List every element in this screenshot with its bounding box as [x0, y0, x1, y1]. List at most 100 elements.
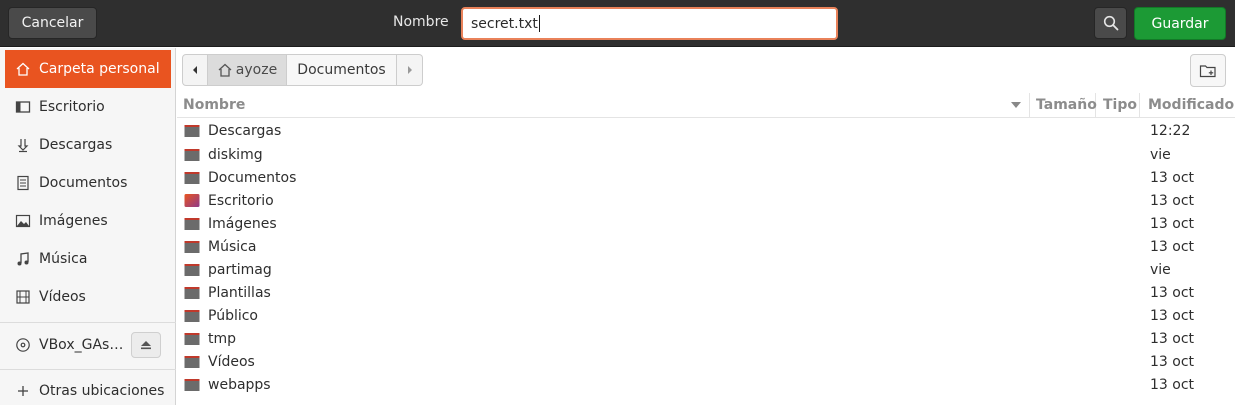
- column-header-label: Tipo: [1103, 97, 1137, 113]
- sidebar-item-desktop[interactable]: Escritorio: [5, 88, 171, 126]
- column-header-size[interactable]: Tamaño: [1030, 93, 1097, 118]
- column-header-label: Modificado: [1148, 97, 1235, 113]
- column-header-name[interactable]: Nombre: [177, 93, 1030, 118]
- file-name: diskimg: [208, 146, 263, 163]
- file-modified: 13 oct: [1150, 330, 1195, 347]
- file-row[interactable]: Plantillas 13 oct: [177, 281, 1235, 304]
- file-modified: vie: [1150, 261, 1171, 278]
- folder-icon: [184, 264, 200, 276]
- folder-icon: [184, 379, 200, 391]
- file-name: Vídeos: [208, 353, 255, 370]
- path-scroll-right-button[interactable]: [397, 54, 423, 86]
- sidebar: Carpeta personal Escritorio Descargas Do…: [0, 48, 176, 405]
- folder-icon: [184, 149, 200, 161]
- folder-icon: [184, 333, 200, 345]
- file-name: Descargas: [208, 122, 282, 139]
- file-modified: 13 oct: [1150, 353, 1195, 370]
- sidebar-item-label: Otras ubicaciones: [39, 383, 165, 399]
- file-name: Plantillas: [208, 284, 271, 301]
- chevron-right-icon: [407, 66, 412, 74]
- file-row[interactable]: Documentos 13 oct: [177, 166, 1235, 189]
- new-folder-button[interactable]: [1190, 54, 1226, 87]
- filename-label: Nombre: [393, 14, 449, 30]
- file-name: partimag: [208, 261, 272, 278]
- file-modified: 13 oct: [1150, 238, 1195, 255]
- file-row[interactable]: Imágenes 13 oct: [177, 212, 1235, 235]
- file-modified: 13 oct: [1150, 169, 1195, 186]
- file-row[interactable]: Público 13 oct: [177, 304, 1235, 327]
- file-name: Escritorio: [208, 192, 274, 209]
- search-icon: [1103, 15, 1118, 31]
- header-bar: Cancelar Nombre secret.txt Guardar: [0, 0, 1235, 47]
- column-header-modified[interactable]: Modificado: [1140, 93, 1235, 118]
- desktop-folder-icon: [184, 194, 200, 207]
- file-row[interactable]: webapps 13 oct: [177, 373, 1235, 396]
- eject-button[interactable]: [131, 332, 161, 358]
- file-row[interactable]: Escritorio 13 oct: [177, 189, 1235, 212]
- document-icon: [15, 175, 31, 191]
- file-modified: 13 oct: [1150, 215, 1195, 232]
- path-bar: ayoze Documentos: [182, 54, 423, 86]
- file-modified: 13 oct: [1150, 192, 1195, 209]
- folder-icon: [184, 310, 200, 322]
- chevron-left-icon: [193, 66, 197, 74]
- file-row[interactable]: partimag vie: [177, 258, 1235, 281]
- folder-icon: [184, 241, 200, 253]
- path-scroll-left-button[interactable]: [182, 54, 208, 86]
- file-name: Imágenes: [208, 215, 277, 232]
- search-button[interactable]: [1094, 7, 1127, 39]
- home-icon: [15, 61, 31, 77]
- file-modified: 12:22: [1150, 122, 1191, 139]
- sidebar-item-documents[interactable]: Documentos: [5, 164, 171, 202]
- video-icon: [15, 289, 31, 305]
- text-caret: [538, 15, 540, 32]
- sidebar-item-label: Vídeos: [39, 289, 86, 305]
- sort-descending-icon: [1011, 102, 1021, 108]
- path-segment-home[interactable]: ayoze: [208, 54, 287, 86]
- filename-value: secret.txt: [471, 15, 538, 32]
- sidebar-item-label: Descargas: [39, 137, 113, 153]
- sidebar-divider: [0, 369, 176, 370]
- sidebar-item-device[interactable]: VBox_GAs…: [5, 326, 125, 364]
- sidebar-item-music[interactable]: Música: [5, 240, 171, 278]
- sidebar-item-label: Escritorio: [39, 99, 105, 115]
- sidebar-item-label: Música: [39, 251, 88, 267]
- sidebar-item-videos[interactable]: Vídeos: [5, 278, 171, 316]
- path-segment-current[interactable]: Documentos: [287, 54, 397, 86]
- filename-input[interactable]: secret.txt: [461, 7, 838, 40]
- file-modified: vie: [1150, 146, 1171, 163]
- music-icon: [15, 251, 31, 267]
- file-name: Documentos: [208, 169, 297, 186]
- save-button[interactable]: Guardar: [1134, 7, 1226, 40]
- file-row[interactable]: tmp 13 oct: [177, 327, 1235, 350]
- file-row[interactable]: Vídeos 13 oct: [177, 350, 1235, 373]
- sidebar-item-label: VBox_GAs…: [39, 337, 124, 353]
- eject-icon: [141, 341, 151, 350]
- file-modified: 13 oct: [1150, 284, 1195, 301]
- file-row[interactable]: Descargas 12:22: [177, 119, 1235, 142]
- disc-icon: [15, 337, 31, 353]
- sidebar-item-label: Carpeta personal: [39, 61, 160, 77]
- cancel-button[interactable]: Cancelar: [8, 7, 97, 39]
- desktop-icon: [15, 99, 31, 115]
- sidebar-item-images[interactable]: Imágenes: [5, 202, 171, 240]
- file-row[interactable]: Música 13 oct: [177, 235, 1235, 258]
- file-name: Público: [208, 307, 258, 324]
- file-row[interactable]: diskimg vie: [177, 143, 1235, 166]
- new-folder-icon: [1199, 64, 1216, 77]
- column-header-label: Nombre: [183, 97, 246, 113]
- folder-icon: [184, 356, 200, 368]
- file-modified: 13 oct: [1150, 376, 1195, 393]
- sidebar-item-label: Documentos: [39, 175, 128, 191]
- sidebar-divider: [0, 322, 176, 323]
- file-name: webapps: [208, 376, 271, 393]
- column-header-type[interactable]: Tipo: [1096, 93, 1140, 118]
- image-icon: [15, 213, 31, 229]
- sidebar-item-home[interactable]: Carpeta personal: [5, 50, 171, 88]
- sidebar-item-downloads[interactable]: Descargas: [5, 126, 171, 164]
- file-list: Nombre Tamaño Tipo Modificado Descargas …: [177, 93, 1235, 405]
- folder-icon: [184, 172, 200, 184]
- plus-icon: [15, 383, 31, 399]
- sidebar-item-other-locations[interactable]: Otras ubicaciones: [5, 372, 171, 405]
- folder-icon: [184, 218, 200, 230]
